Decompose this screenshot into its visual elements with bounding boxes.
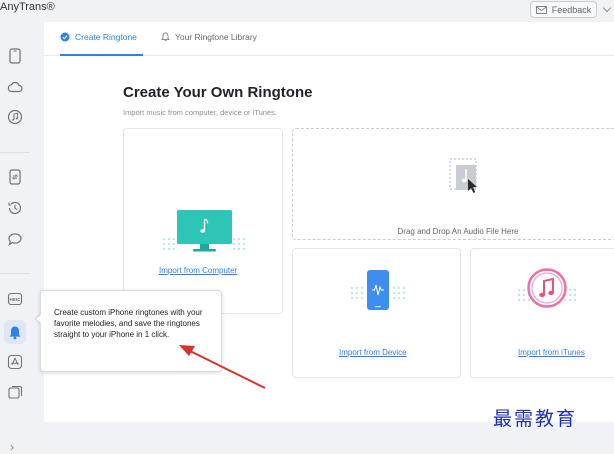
drop-zone-label: Drag and Drop An Audio File Here xyxy=(397,227,519,236)
svg-text:HEIC: HEIC xyxy=(10,297,22,302)
drop-zone[interactable]: Drag and Drop An Audio File Here xyxy=(292,128,614,240)
tooltip-pointer-fill xyxy=(35,314,42,324)
feedback-button[interactable]: Feedback xyxy=(530,1,597,18)
music-icon[interactable] xyxy=(6,108,24,126)
itunes-icon xyxy=(517,268,577,308)
cloud-icon[interactable] xyxy=(6,78,24,96)
phone-icon xyxy=(350,270,406,310)
phone-transfer-icon[interactable] xyxy=(6,168,24,186)
import-from-device-link[interactable]: Import from Device xyxy=(339,348,407,357)
tab-create-ringtone[interactable]: Create Ringtone xyxy=(60,32,137,42)
app-store-icon[interactable] xyxy=(6,353,24,371)
sidebar-divider xyxy=(0,273,30,274)
bell-icon xyxy=(161,32,170,42)
title-bar: AnyTrans® Feedback xyxy=(0,0,614,22)
computer-icon xyxy=(162,210,246,252)
tooltip-text: Create custom iPhone ringtones with your… xyxy=(54,308,203,339)
device-icon[interactable] xyxy=(6,47,24,65)
mail-icon xyxy=(535,5,547,14)
messages-icon[interactable] xyxy=(6,230,24,248)
history-icon[interactable] xyxy=(6,199,24,217)
tab-label: Your Ringtone Library xyxy=(175,32,257,42)
check-circle-icon xyxy=(60,32,70,42)
ringtone-icon[interactable] xyxy=(4,320,26,344)
app-name: AnyTrans® xyxy=(0,1,55,13)
heic-icon[interactable]: HEIC xyxy=(6,290,24,308)
import-itunes-card[interactable]: Import from iTunes xyxy=(470,248,614,378)
import-from-itunes-link[interactable]: Import from iTunes xyxy=(518,348,585,357)
sidebar-divider xyxy=(0,152,30,153)
import-device-card[interactable]: Import from Device xyxy=(292,248,461,378)
expand-sidebar-icon[interactable]: › xyxy=(10,440,14,454)
screen-mirror-icon[interactable] xyxy=(6,384,24,402)
page-subtitle: Import music from computer, device or iT… xyxy=(123,108,277,117)
ringtone-tooltip: Create custom iPhone ringtones with your… xyxy=(40,290,222,372)
tab-bar: Create Ringtone Your Ringtone Library xyxy=(44,22,614,56)
active-tab-indicator xyxy=(60,54,143,56)
import-computer-card[interactable]: Import from Computer xyxy=(123,128,283,314)
tab-ringtone-library[interactable]: Your Ringtone Library xyxy=(161,32,257,42)
tab-label: Create Ringtone xyxy=(75,32,137,42)
chevron-down-icon[interactable] xyxy=(602,3,612,13)
import-from-computer-link[interactable]: Import from Computer xyxy=(159,266,237,275)
audio-file-drag-icon xyxy=(449,158,477,193)
watermark-text: 最需教育 xyxy=(493,408,578,430)
page-title: Create Your Own Ringtone xyxy=(123,84,313,101)
sidebar: HEIC › xyxy=(0,22,30,454)
feedback-label: Feedback xyxy=(551,4,592,15)
